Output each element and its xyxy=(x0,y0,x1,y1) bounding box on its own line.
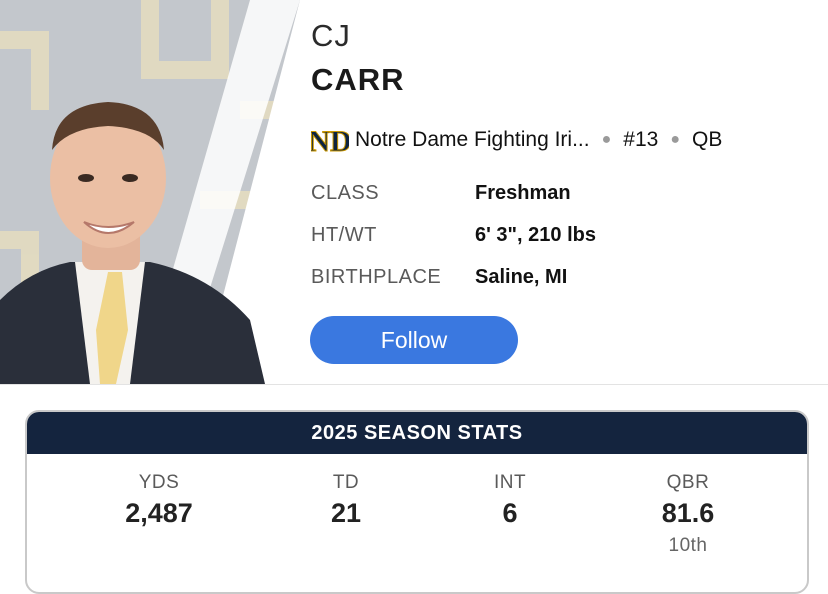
class-label: CLASS xyxy=(311,182,380,204)
stats-title: 2025 SEASON STATS xyxy=(27,412,807,454)
follow-button[interactable]: Follow xyxy=(310,316,518,364)
stat-td: TD 21 xyxy=(266,472,426,529)
stat-value: 81.6 xyxy=(661,498,715,528)
player-first-name: CJ xyxy=(311,18,351,53)
stat-int: INT 6 xyxy=(430,472,590,529)
svg-text:ND: ND xyxy=(311,125,349,157)
team-name-link[interactable]: Notre Dame Fighting Iri... xyxy=(355,128,590,152)
stat-label: YDS xyxy=(138,472,180,493)
player-last-name: CARR xyxy=(311,62,405,97)
stat-qbr: QBR 81.6 10th xyxy=(608,472,768,557)
stat-value: 6 xyxy=(502,498,518,528)
player-header: CJ CARR ND Notre Dame Fighting Iri... ● … xyxy=(0,0,828,384)
birthplace-label: BIRTHPLACE xyxy=(311,266,442,288)
position: QB xyxy=(691,128,723,151)
info-row-birthplace: BIRTHPLACE Saline, MI xyxy=(311,266,567,289)
season-stats-card: 2025 SEASON STATS YDS 2,487 TD 21 INT 6 … xyxy=(25,410,809,594)
section-divider xyxy=(0,384,828,385)
player-photo xyxy=(0,0,300,384)
separator-dot: ● xyxy=(670,131,680,148)
separator-dot: ● xyxy=(601,131,612,148)
stat-label: INT xyxy=(493,472,527,493)
stat-label: QBR xyxy=(666,472,710,493)
class-value: Freshman xyxy=(475,182,571,204)
stat-value: 21 xyxy=(330,498,362,528)
stat-value: 2,487 xyxy=(125,498,193,528)
htwt-label: HT/WT xyxy=(311,224,377,246)
notre-dame-logo-icon[interactable]: ND xyxy=(311,123,349,158)
birthplace-value: Saline, MI xyxy=(475,266,568,288)
stat-rank: 10th xyxy=(668,535,708,556)
stat-yds: YDS 2,487 xyxy=(79,472,239,529)
stat-label: TD xyxy=(332,472,360,493)
team-row: ND Notre Dame Fighting Iri... ● #13 ● QB xyxy=(311,122,811,158)
jersey-number: #13 xyxy=(623,128,659,151)
player-headshot-image xyxy=(0,0,300,384)
info-row-htwt: HT/WT 6' 3", 210 lbs xyxy=(311,224,596,247)
htwt-value: 6' 3", 210 lbs xyxy=(475,224,596,246)
info-row-class: CLASS Freshman xyxy=(311,182,571,205)
